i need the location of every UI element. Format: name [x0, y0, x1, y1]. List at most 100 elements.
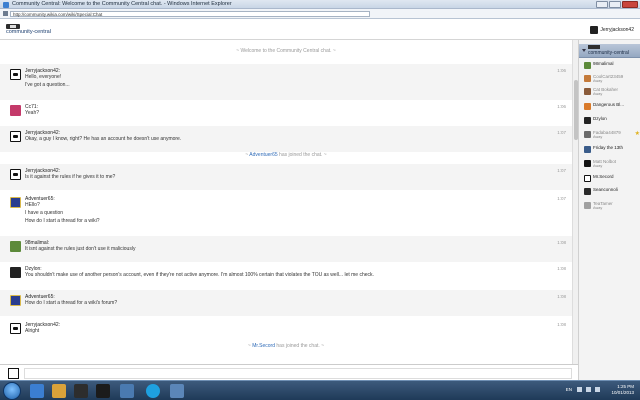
user-item[interactable]: Fadaba44879 Away ★ — [584, 129, 640, 141]
user-item[interactable]: Seanconnoli — [584, 186, 640, 198]
app-icon[interactable] — [170, 384, 184, 398]
chat-message: Adventuer65: How do I start a thread for… — [0, 290, 572, 316]
user-item[interactable]: TeaTamer Away — [584, 200, 640, 212]
user-item[interactable]: 98malimal — [584, 60, 640, 72]
language-indicator[interactable]: EN — [566, 387, 572, 392]
avatar[interactable] — [10, 295, 21, 306]
terminal-icon[interactable] — [96, 384, 110, 398]
chat-message-input[interactable] — [24, 368, 572, 379]
avatar[interactable] — [10, 69, 21, 80]
message-text: You shouldn't make use of another person… — [25, 272, 374, 278]
taskbar: EN 1:25 PM 10/01/2013 — [0, 380, 640, 400]
user-item[interactable]: Dangerous Bl... — [584, 101, 640, 113]
user-item[interactable]: Matt Nolbot Away — [584, 158, 640, 170]
chat-input-row — [0, 364, 578, 380]
message-time: 1:08 — [557, 266, 566, 271]
message-time: 1:08 — [557, 294, 566, 299]
wikia-logo-icon — [588, 45, 600, 49]
star-icon: ★ — [634, 131, 640, 137]
app-icon[interactable] — [120, 384, 134, 398]
join-alert: ~ Adventuer65 has joined the chat. ~ — [245, 152, 327, 158]
message-text: How do I start a thread for a wiki's for… — [25, 300, 118, 306]
page-icon — [3, 11, 8, 16]
message-text: I have a question — [25, 210, 64, 216]
chat-message: Adventuer65: HEllo? I have a question Ho… — [0, 192, 572, 236]
user-item[interactable]: Dzylon — [584, 115, 640, 127]
avatar[interactable] — [10, 105, 21, 116]
collapse-arrow-icon[interactable] — [582, 49, 586, 52]
chrome-icon[interactable] — [52, 384, 66, 398]
message-text: Yeah? — [25, 110, 39, 116]
avatar[interactable] — [10, 323, 21, 334]
avatar — [590, 25, 599, 34]
chat-message: Cc71: Yeah? 1:06 — [0, 100, 572, 126]
room-title: community-central — [588, 50, 629, 56]
message-time: 1:07 — [557, 130, 566, 135]
avatar — [584, 188, 591, 195]
clock[interactable]: 1:25 PM 10/01/2013 — [611, 384, 634, 396]
join-user[interactable]: Adventuer65 — [249, 152, 277, 158]
chat-message: Jerryjackson42: Is it against the rules … — [0, 164, 572, 190]
current-user-name: Jerryjackson42 — [600, 26, 634, 33]
user-item[interactable]: CoolCart23459 Away — [584, 73, 640, 85]
tray-icon[interactable] — [577, 387, 582, 392]
chat-message: Dzylon: You shouldn't make use of anothe… — [0, 262, 572, 290]
message-time: 1:08 — [557, 322, 566, 327]
avatar — [584, 88, 591, 95]
wiki-name: community-central — [6, 29, 51, 35]
message-text: It isnt against the rules just don't use… — [25, 246, 136, 252]
internet-explorer-icon — [3, 2, 9, 8]
clock-date: 10/01/2013 — [611, 390, 634, 395]
avatar[interactable] — [10, 197, 21, 208]
join-user[interactable]: Mr.Secord — [252, 343, 275, 349]
user-item[interactable]: Friday the 13th — [584, 144, 640, 156]
close-button[interactable] — [622, 1, 638, 8]
avatar — [584, 103, 591, 110]
window-title: Community Central: Welcome to the Commun… — [12, 1, 232, 7]
avatar — [584, 62, 591, 69]
message-text: Hello, everyone! — [25, 74, 62, 80]
internet-explorer-icon[interactable] — [30, 384, 44, 398]
user-list: community-central 98malimal CoolCart2345… — [578, 40, 640, 380]
url-field[interactable]: http://community.wikia.com/wiki/Special:… — [10, 11, 370, 17]
current-user[interactable]: Jerryjackson42 — [590, 25, 634, 34]
join-alert: ~ Mr.Secord has joined the chat. ~ — [247, 343, 325, 349]
message-text: Is it against the rules if he gives it t… — [25, 174, 116, 180]
chat-log: ~ Welcome to the Community Central chat.… — [0, 40, 572, 364]
avatar — [584, 202, 591, 209]
user-item[interactable]: Cat Bokaher Away — [584, 86, 640, 98]
message-text: HEllo? — [25, 202, 40, 208]
message-text: How do I start a thread for a wiki? — [25, 218, 100, 224]
message-time: 1:06 — [557, 68, 566, 73]
minimize-button[interactable] — [596, 1, 608, 8]
start-button[interactable] — [3, 382, 21, 400]
chat-header: community-central Jerryjackson42 — [0, 20, 640, 40]
tray-icon[interactable] — [595, 387, 600, 392]
app-icon[interactable] — [74, 384, 88, 398]
avatar — [584, 146, 591, 153]
avatar[interactable] — [10, 169, 21, 180]
wiki-logo[interactable]: community-central — [6, 24, 54, 36]
maximize-button[interactable] — [609, 1, 621, 8]
avatar[interactable] — [10, 241, 21, 252]
tray-icon[interactable] — [586, 387, 591, 392]
user-item[interactable]: Mr.Secord — [584, 173, 640, 185]
avatar — [584, 117, 591, 124]
avatar[interactable] — [10, 131, 21, 142]
message-time: 1:08 — [557, 240, 566, 245]
message-text: I've got a question... — [25, 82, 70, 88]
chat-message: Jerryjackson42: Okay, a guy I know, righ… — [0, 126, 572, 152]
avatar — [584, 175, 591, 182]
chat-message: 98malimal: It isnt against the rules jus… — [0, 236, 572, 262]
message-time: 1:07 — [557, 196, 566, 201]
avatar — [584, 75, 591, 82]
system-tray — [577, 387, 600, 392]
skype-icon[interactable] — [146, 384, 160, 398]
message-text: Okay, a guy I know, right? He has an acc… — [25, 136, 182, 142]
message-time: 1:07 — [557, 168, 566, 173]
room-header[interactable]: community-central — [579, 44, 640, 58]
chat-message: Jerryjackson42: Hello, everyone! I've go… — [0, 64, 572, 100]
avatar[interactable] — [10, 267, 21, 278]
avatar — [584, 131, 591, 138]
avatar — [8, 368, 19, 379]
